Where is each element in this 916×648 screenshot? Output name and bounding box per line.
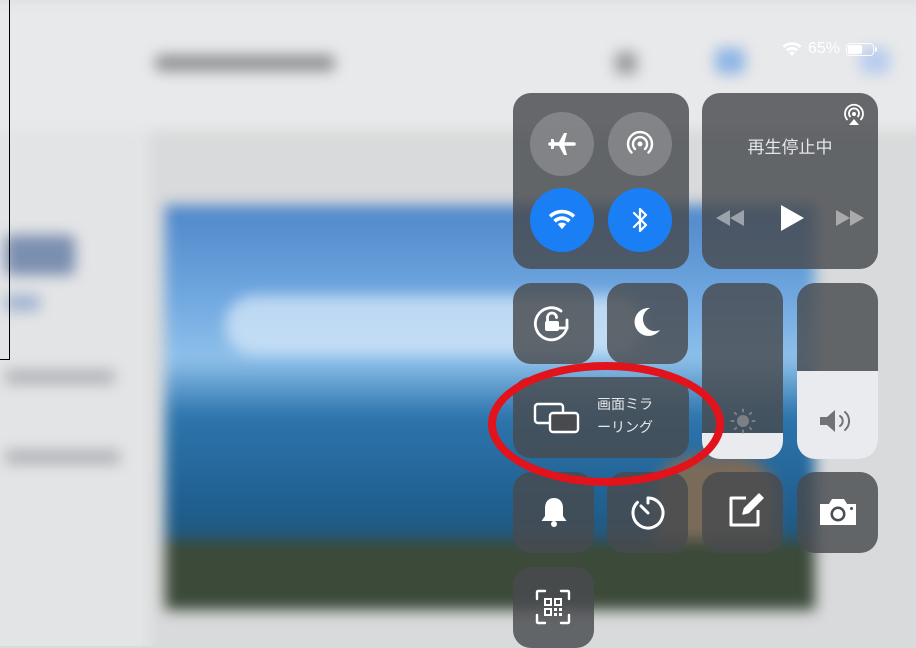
qr-code-icon xyxy=(535,589,571,625)
background-text-block xyxy=(5,235,75,275)
background-text-block xyxy=(5,295,40,311)
sun-icon xyxy=(730,408,756,439)
speaker-icon xyxy=(818,408,858,439)
rotation-lock-icon xyxy=(531,303,575,343)
playback-status: 再生停止中 xyxy=(747,138,833,158)
red-highlight-ellipse xyxy=(488,362,724,486)
airplay-icon[interactable] xyxy=(842,103,866,127)
rotation-lock-toggle[interactable] xyxy=(513,283,594,364)
fast-forward-icon[interactable] xyxy=(836,210,864,226)
battery-percent: 65% xyxy=(807,40,840,57)
wifi-icon xyxy=(782,41,802,57)
wifi-toggle[interactable] xyxy=(530,188,594,252)
wifi-icon xyxy=(548,209,576,231)
battery-icon xyxy=(846,42,877,56)
notes-icon xyxy=(726,490,766,530)
play-icon[interactable] xyxy=(779,204,805,232)
bluetooth-icon xyxy=(631,205,649,235)
battery-nub xyxy=(875,46,877,52)
airplane-mode-toggle[interactable] xyxy=(530,112,594,176)
camera-button[interactable] xyxy=(797,472,878,553)
background-icon xyxy=(615,52,637,74)
moon-icon xyxy=(632,306,662,338)
background-text-block xyxy=(5,370,115,384)
connectivity-module xyxy=(513,93,689,269)
background-text-block xyxy=(5,450,120,464)
background-icon xyxy=(715,48,745,74)
camera-icon xyxy=(817,496,859,528)
now-playing-module[interactable]: 再生停止中 xyxy=(702,93,878,269)
volume-slider[interactable] xyxy=(797,283,878,459)
qr-code-scanner-button[interactable] xyxy=(513,567,594,648)
airdrop-icon xyxy=(624,128,656,160)
airplane-icon xyxy=(547,129,577,159)
background-title-placeholder xyxy=(155,55,335,71)
background-sidebar xyxy=(0,130,150,646)
timer-icon xyxy=(629,494,667,532)
do-not-disturb-toggle[interactable] xyxy=(607,283,688,364)
annotation-outline-box xyxy=(0,0,10,360)
bell-icon xyxy=(540,496,568,528)
airdrop-toggle[interactable] xyxy=(608,112,672,176)
status-bar: 65% xyxy=(782,40,877,58)
rewind-icon[interactable] xyxy=(716,210,744,226)
notes-button[interactable] xyxy=(702,472,783,553)
battery-fill xyxy=(848,44,862,54)
volume-icon-wrap xyxy=(797,408,878,439)
bluetooth-toggle[interactable] xyxy=(608,188,672,252)
